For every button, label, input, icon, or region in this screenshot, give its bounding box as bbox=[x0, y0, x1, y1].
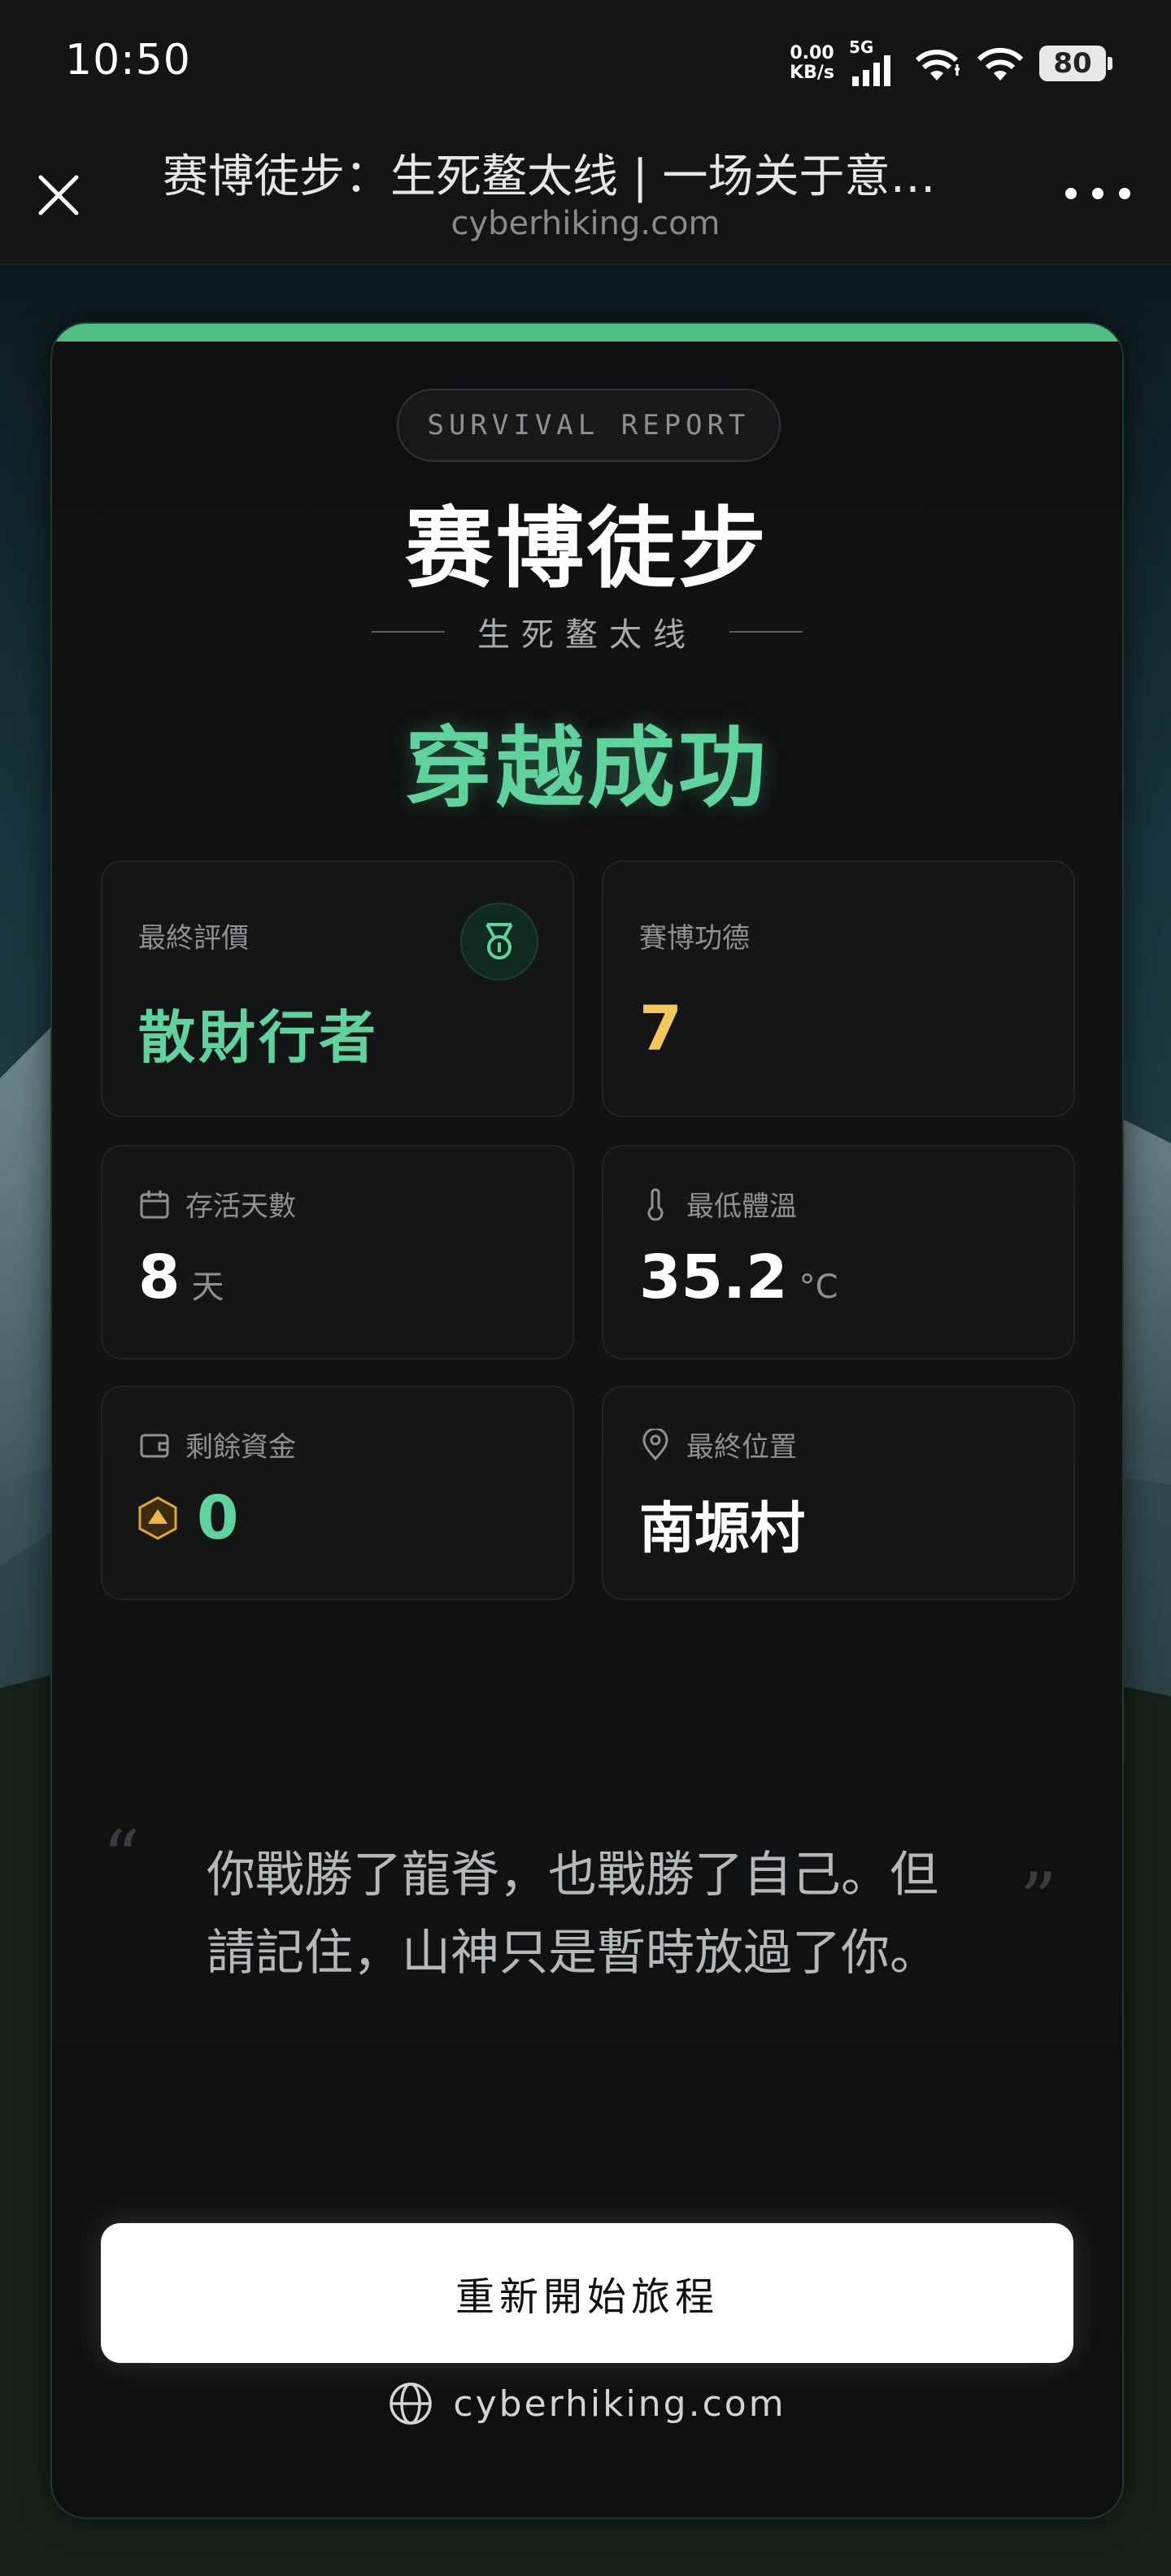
stat-value: 35.2 bbox=[639, 1242, 788, 1312]
report-title: 赛博徒步 bbox=[404, 498, 769, 600]
cellular-signal-icon: 5G bbox=[849, 37, 898, 86]
stat-label: 剩餘資金 bbox=[185, 1431, 296, 1464]
status-icons: 0.00 KB/s 5G 80 bbox=[790, 37, 1112, 88]
footer-url[interactable]: cyberhiking.com bbox=[453, 2383, 786, 2425]
network-speed: 0.00 KB/s bbox=[790, 44, 834, 83]
close-quote-icon: ” bbox=[1020, 1857, 1058, 1943]
card-accent-bar bbox=[52, 324, 1122, 342]
calendar-icon bbox=[140, 1190, 169, 1218]
globe-icon bbox=[390, 2382, 433, 2425]
restart-journey-button[interactable]: 重新開始旅程 bbox=[101, 2223, 1073, 2363]
more-options-icon[interactable] bbox=[1065, 185, 1130, 202]
location-pin-icon bbox=[642, 1428, 668, 1460]
stat-merit: 賽博功德 7 bbox=[602, 860, 1075, 1117]
thermometer-icon bbox=[647, 1188, 664, 1221]
stat-label: 最低體溫 bbox=[686, 1190, 797, 1223]
stat-final-rating: 最終評價 散財行者 bbox=[101, 860, 574, 1117]
status-time: 10:50 bbox=[65, 36, 191, 85]
wifi-icon-2 bbox=[977, 47, 1024, 80]
wifi-icon bbox=[915, 50, 960, 80]
report-subtitle: 生死鳌太线 bbox=[477, 616, 697, 654]
stat-label: 賽博功德 bbox=[639, 922, 750, 955]
result-status: 穿越成功 bbox=[404, 718, 769, 820]
subtitle-row: 生死鳌太线 bbox=[52, 608, 1122, 655]
open-quote-icon: “ bbox=[102, 1815, 141, 1900]
status-bar: 10:50 0.00 KB/s 5G 80 bbox=[0, 0, 1171, 130]
stat-value-row: 35.2 °C bbox=[639, 1242, 838, 1312]
stat-label: 最終評價 bbox=[138, 922, 249, 955]
stat-label-row: 最終位置 bbox=[639, 1425, 797, 1464]
report-tag: SURVIVAL REPORT bbox=[397, 389, 781, 462]
coin-icon bbox=[138, 1496, 177, 1540]
battery-level: 80 bbox=[1053, 47, 1092, 80]
stat-location: 最終位置 南塬村 bbox=[602, 1386, 1075, 1600]
stat-min-temp: 最低體溫 35.2 °C bbox=[602, 1145, 1075, 1360]
battery-icon: 80 bbox=[1039, 46, 1112, 81]
stat-label-row: 存活天數 bbox=[138, 1184, 296, 1224]
stat-value-row: 0 bbox=[138, 1483, 239, 1553]
stat-funds: 剩餘資金 0 bbox=[101, 1386, 574, 1600]
network-speed-value: 0.00 bbox=[790, 43, 834, 63]
stat-days: 存活天數 8天 bbox=[101, 1145, 574, 1360]
stat-label: 存活天數 bbox=[185, 1190, 296, 1223]
divider bbox=[372, 631, 445, 633]
medal-icon bbox=[460, 903, 538, 981]
stat-value: 0 bbox=[197, 1483, 239, 1553]
stat-value: 南塬村 bbox=[639, 1497, 806, 1561]
network-speed-unit: KB/s bbox=[790, 63, 834, 83]
footer: cyberhiking.com bbox=[52, 2381, 1122, 2426]
closing-quote: 你戰勝了龍脊，也戰勝了自己。但 請記住，山神只是暫時放過了你。 bbox=[207, 1836, 987, 1992]
stat-unit: °C bbox=[799, 1268, 838, 1306]
stat-value: 散財行者 bbox=[138, 1004, 379, 1071]
wallet-icon bbox=[140, 1434, 169, 1457]
divider bbox=[729, 631, 803, 633]
page-title: 赛博徒步：生死鳌太线 | 一场关于意… bbox=[163, 150, 936, 203]
stat-label-row: 剩餘資金 bbox=[138, 1425, 296, 1464]
stat-label: 最終位置 bbox=[686, 1431, 797, 1464]
survival-report-card: SURVIVAL REPORT 赛博徒步 生死鳌太线 穿越成功 最終評價 散財行… bbox=[50, 322, 1124, 2519]
page-url: cyberhiking.com bbox=[451, 205, 720, 242]
stat-unit: 天 bbox=[191, 1268, 224, 1306]
quote-line: 你戰勝了龍脊，也戰勝了自己。但 bbox=[207, 1847, 938, 1904]
stat-value: 8 bbox=[138, 1242, 181, 1312]
stat-value: 7 bbox=[639, 992, 682, 1064]
quote-line: 請記住，山神只是暫時放過了你。 bbox=[207, 1925, 938, 1982]
stat-label-row: 最低體溫 bbox=[639, 1184, 797, 1224]
stat-value-row: 8天 bbox=[138, 1242, 224, 1312]
